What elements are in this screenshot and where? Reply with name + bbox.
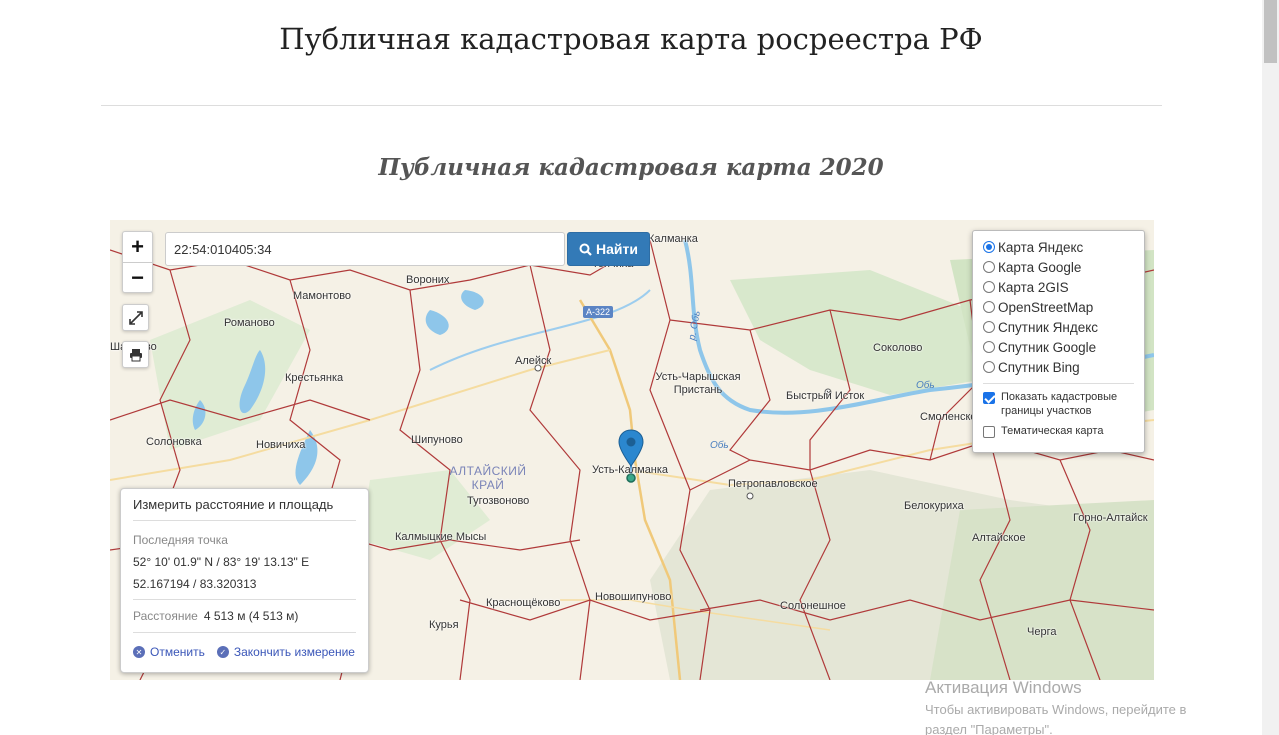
checkbox[interactable] [983,426,995,438]
finish-measure-button[interactable]: ✓ Закончить измерение [216,645,355,659]
measure-divider [133,599,356,600]
place-label: Шипуново [411,434,463,446]
location-marker [618,429,644,467]
radio[interactable] [983,301,995,313]
print-button[interactable] [122,341,149,368]
layer-option-google-map[interactable]: Карта Google [983,257,1134,277]
layer-switcher: Карта Яндекс Карта Google Карта 2GIS Ope… [972,230,1145,453]
overlay-cadastral-boundaries[interactable]: Показать кадастровые границы участков [983,390,1134,418]
place-label: Алтайское [972,532,1026,544]
coords-dms: 52° 10' 01.9" N / 83° 19' 13.13" E [133,555,310,569]
cancel-measure-button[interactable]: ✕ Отменить [133,645,205,659]
page-scrollbar[interactable] [1262,0,1279,735]
radio[interactable] [983,341,995,353]
forest-area [730,270,980,395]
place-label: Курья [429,619,459,631]
measure-panel: Измерить расстояние и площадь Последняя … [120,488,369,673]
watermark-title: Активация Windows [925,678,1082,697]
coords-decimal: 52.167194 / 83.320313 [133,577,257,591]
distance-value: 4 513 м (4 513 м) [203,609,299,623]
city-dot [746,492,754,500]
panel-divider [983,383,1134,384]
check-icon: ✓ [216,646,229,658]
close-icon: ✕ [133,646,145,658]
page-title: Публичная кадастровая карта росреестра Р… [279,22,983,56]
place-label: Петропавловское [728,478,818,490]
place-label: Горно-Алтайск [1073,512,1148,524]
measure-title: Измерить расстояние и площадь [133,497,356,521]
expand-icon [128,310,143,325]
zoom-in-button[interactable]: + [123,232,152,262]
place-label: Тугозвоново [467,495,530,507]
search-button[interactable]: Найти [567,232,650,266]
header-divider [101,105,1162,106]
place-label: Калманка [648,233,698,245]
search-button-label: Найти [596,241,638,257]
watermark-line: раздел "Параметры". [925,722,1053,735]
windows-activation-watermark: Активация Windows Чтобы активировать Win… [925,678,1186,735]
place-label: Белокуриха [904,500,964,512]
place-label: Алейск [515,355,552,367]
radio[interactable] [983,361,995,373]
layer-option-osm[interactable]: OpenStreetMap [983,297,1134,317]
layer-option-bing-satellite[interactable]: Спутник Bing [983,357,1134,377]
layer-option-yandex-map[interactable]: Карта Яндекс [983,237,1134,257]
place-label: Солоновка [146,436,202,448]
place-label: Соколово [873,342,923,354]
overlay-thematic-map[interactable]: Тематическая карта [983,424,1134,438]
watermark-line: Чтобы активировать Windows, перейдите в [925,702,1187,717]
place-label: Усть-Калманка [592,464,669,476]
radio[interactable] [983,281,995,293]
place-label: Быстрый Исток [786,390,865,402]
place-label: Солонешное [780,600,846,612]
cadastral-map[interactable]: Калманка Топчиха Вороних Мамонтово Роман… [110,220,1154,680]
radio[interactable] [983,261,995,273]
place-label: Черга [1027,626,1057,638]
zoom-out-button[interactable]: − [123,262,152,292]
place-label: Романово [224,317,275,329]
place-label: Крестьянка [285,372,344,384]
checkbox-checked[interactable] [983,392,995,404]
radio-selected[interactable] [983,241,995,253]
river-label: Обь [916,380,935,391]
measure-actions: ✕ Отменить ✓ Закончить измерение [133,645,356,659]
measure-divider [133,632,356,633]
lake [425,310,449,335]
search-icon [579,243,592,256]
place-label: Мамонтово [293,290,352,302]
place-label: Новошипуново [595,591,672,603]
region-label: АЛТАЙСКИЙ КРАЙ [449,464,527,492]
scrollbar-thumb[interactable] [1264,0,1277,63]
marker-center [626,437,636,447]
lake [461,290,484,310]
place-label: Вороних [406,274,450,286]
cadastral-search-input[interactable] [165,232,565,266]
river-label: Обь [710,440,729,451]
layer-option-2gis-map[interactable]: Карта 2GIS [983,277,1134,297]
mountain-area [930,500,1154,680]
road-shield: А-322 [583,306,614,318]
printer-icon [129,348,142,361]
radio[interactable] [983,321,995,333]
last-point-label: Последняя точка [133,533,228,547]
layer-option-yandex-satellite[interactable]: Спутник Яндекс [983,317,1134,337]
layer-option-google-satellite[interactable]: Спутник Google [983,337,1134,357]
place-label: Краснощёково [486,597,561,609]
page-subtitle: Публичная кадастровая карта 2020 [378,154,884,181]
zoom-control: + − [122,231,153,293]
place-label: Калмыцкие Мысы [395,531,487,543]
distance-row: Расстояние 4 513 м (4 513 м) [133,609,299,623]
fullscreen-button[interactable] [122,304,149,331]
place-label: Новичиха [256,439,306,451]
place-label: Усть-Чарышская Пристань [655,371,741,396]
